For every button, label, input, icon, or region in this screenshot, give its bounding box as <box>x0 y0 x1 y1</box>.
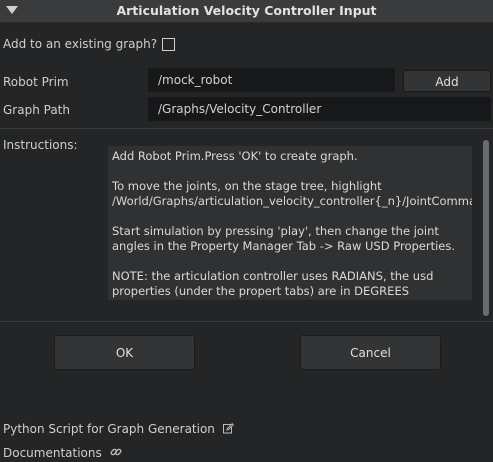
instructions-paragraph: To move the joints, on the stage tree, h… <box>112 179 472 208</box>
python-script-link[interactable]: Python Script for Graph Generation <box>3 422 234 436</box>
dialog-window: Articulation Velocity Controller Input A… <box>0 0 493 462</box>
add-existing-checkbox[interactable] <box>162 38 175 51</box>
graph-path-label: Graph Path <box>3 103 70 117</box>
title-bar[interactable]: Articulation Velocity Controller Input <box>0 0 493 23</box>
robot-prim-field[interactable]: /mock_robot <box>148 68 395 92</box>
instructions-paragraph: Add Robot Prim.Press 'OK' to create grap… <box>112 149 358 163</box>
link-icon[interactable] <box>110 446 122 458</box>
graph-path-field[interactable]: /Graphs/Velocity_Controller <box>148 97 491 121</box>
cancel-button[interactable]: Cancel <box>300 335 441 370</box>
instructions-scrollbar[interactable] <box>483 140 489 316</box>
instructions-text: Add Robot Prim.Press 'OK' to create grap… <box>108 146 472 300</box>
scrollbar-thumb[interactable] <box>483 140 489 316</box>
window-title: Articulation Velocity Controller Input <box>116 3 377 18</box>
edit-icon[interactable] <box>222 423 234 434</box>
instructions-paragraph: NOTE: the articulation controller uses R… <box>112 269 434 298</box>
separator <box>0 128 493 129</box>
add-button[interactable]: Add <box>403 70 491 92</box>
separator <box>0 321 493 322</box>
python-script-label[interactable]: Python Script for Graph Generation <box>3 422 215 436</box>
add-existing-label: Add to an existing graph? <box>3 37 158 51</box>
ok-button[interactable]: OK <box>54 335 195 370</box>
robot-prim-label: Robot Prim <box>3 75 69 89</box>
instructions-paragraph: Start simulation by pressing 'play', the… <box>112 224 456 253</box>
instructions-label: Instructions: <box>3 138 78 152</box>
documentations-link[interactable]: Documentations <box>3 446 122 460</box>
documentations-label[interactable]: Documentations <box>3 446 102 460</box>
